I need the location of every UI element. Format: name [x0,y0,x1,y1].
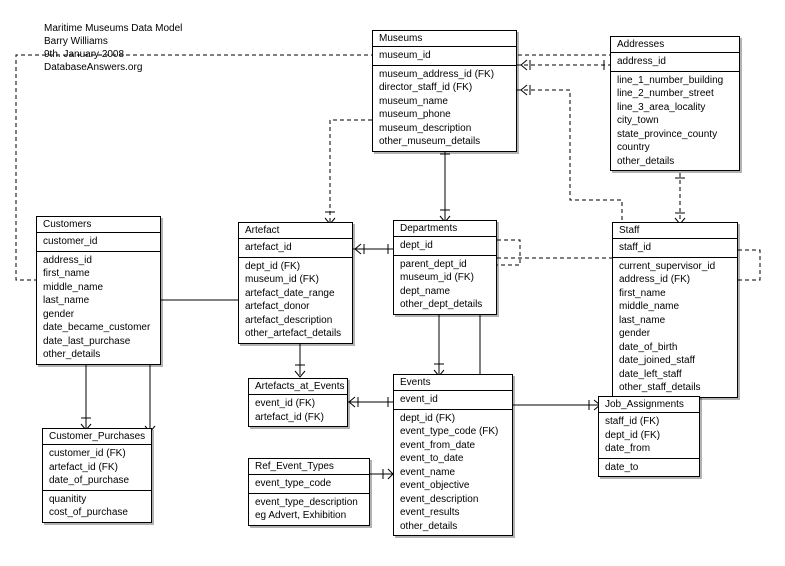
header-block: Maritime Museums Data Model Barry Willia… [44,22,182,74]
pk-section: artefact_id [239,239,352,257]
attrs-section: quanitity cost_of_purchase [43,490,151,522]
entity-events: Events event_id dept_id (FK) event_type_… [393,374,513,536]
attrs-section: dept_id (FK) event_type_code (FK) event_… [394,409,512,536]
entity-name: Ref_Event_Types [249,459,369,475]
entity-name: Staff [613,223,737,239]
entity-job-assignments: Job_Assignments staff_id (FK) dept_id (F… [598,396,700,477]
site: DatabaseAnswers.org [44,61,182,74]
pk-section: staff_id (FK) dept_id (FK) date_from [599,413,699,458]
entity-staff: Staff staff_id current_supervisor_id add… [612,222,738,398]
entity-artefacts-at-events: Artefacts_at_Events event_id (FK) artefa… [248,378,348,427]
title: Maritime Museums Data Model [44,22,182,35]
entity-customers: Customers customer_id address_id first_n… [36,216,161,365]
entity-artefact: Artefact artefact_id dept_id (FK) museum… [238,222,353,344]
pk-section: address_id [611,53,739,71]
entity-ref-event-types: Ref_Event_Types event_type_code event_ty… [248,458,370,526]
entity-name: Addresses [611,37,739,53]
entity-customer-purchases: Customer_Purchases customer_id (FK) arte… [42,428,152,523]
pk-section: customer_id (FK) artefact_id (FK) date_o… [43,445,151,490]
attrs-section: line_1_number_building line_2_number_str… [611,71,739,171]
entity-name: Artefact [239,223,352,239]
pk-section: museum_id [373,47,516,65]
entity-name: Customers [37,217,160,233]
entity-name: Museums [373,31,516,47]
date: 9th. January 2008 [44,48,182,61]
entity-museums: Museums museum_id museum_address_id (FK)… [372,30,517,152]
attrs-section: date_to [599,458,699,477]
entity-name: Customer_Purchases [43,429,151,445]
pk-section: dept_id [394,237,496,255]
pk-section: event_type_code [249,475,369,493]
pk-section: event_id [394,391,512,409]
attrs-section: museum_address_id (FK) director_staff_id… [373,65,516,151]
attrs-section: parent_dept_id museum_id (FK) dept_name … [394,255,496,314]
entity-addresses: Addresses address_id line_1_number_build… [610,36,740,171]
pk-section: event_id (FK) artefact_id (FK) [249,395,347,426]
attrs-section: dept_id (FK) museum_id (FK) artefact_dat… [239,257,352,343]
pk-section: customer_id [37,233,160,251]
entity-name: Artefacts_at_Events [249,379,347,395]
author: Barry Williams [44,35,182,48]
entity-name: Events [394,375,512,391]
entity-name: Departments [394,221,496,237]
entity-name: Job_Assignments [599,397,699,413]
pk-section: staff_id [613,239,737,257]
entity-departments: Departments dept_id parent_dept_id museu… [393,220,497,315]
attrs-section: event_type_description eg Advert, Exhibi… [249,493,369,525]
attrs-section: address_id first_name middle_name last_n… [37,251,160,364]
attrs-section: current_supervisor_id address_id (FK) fi… [613,257,737,397]
